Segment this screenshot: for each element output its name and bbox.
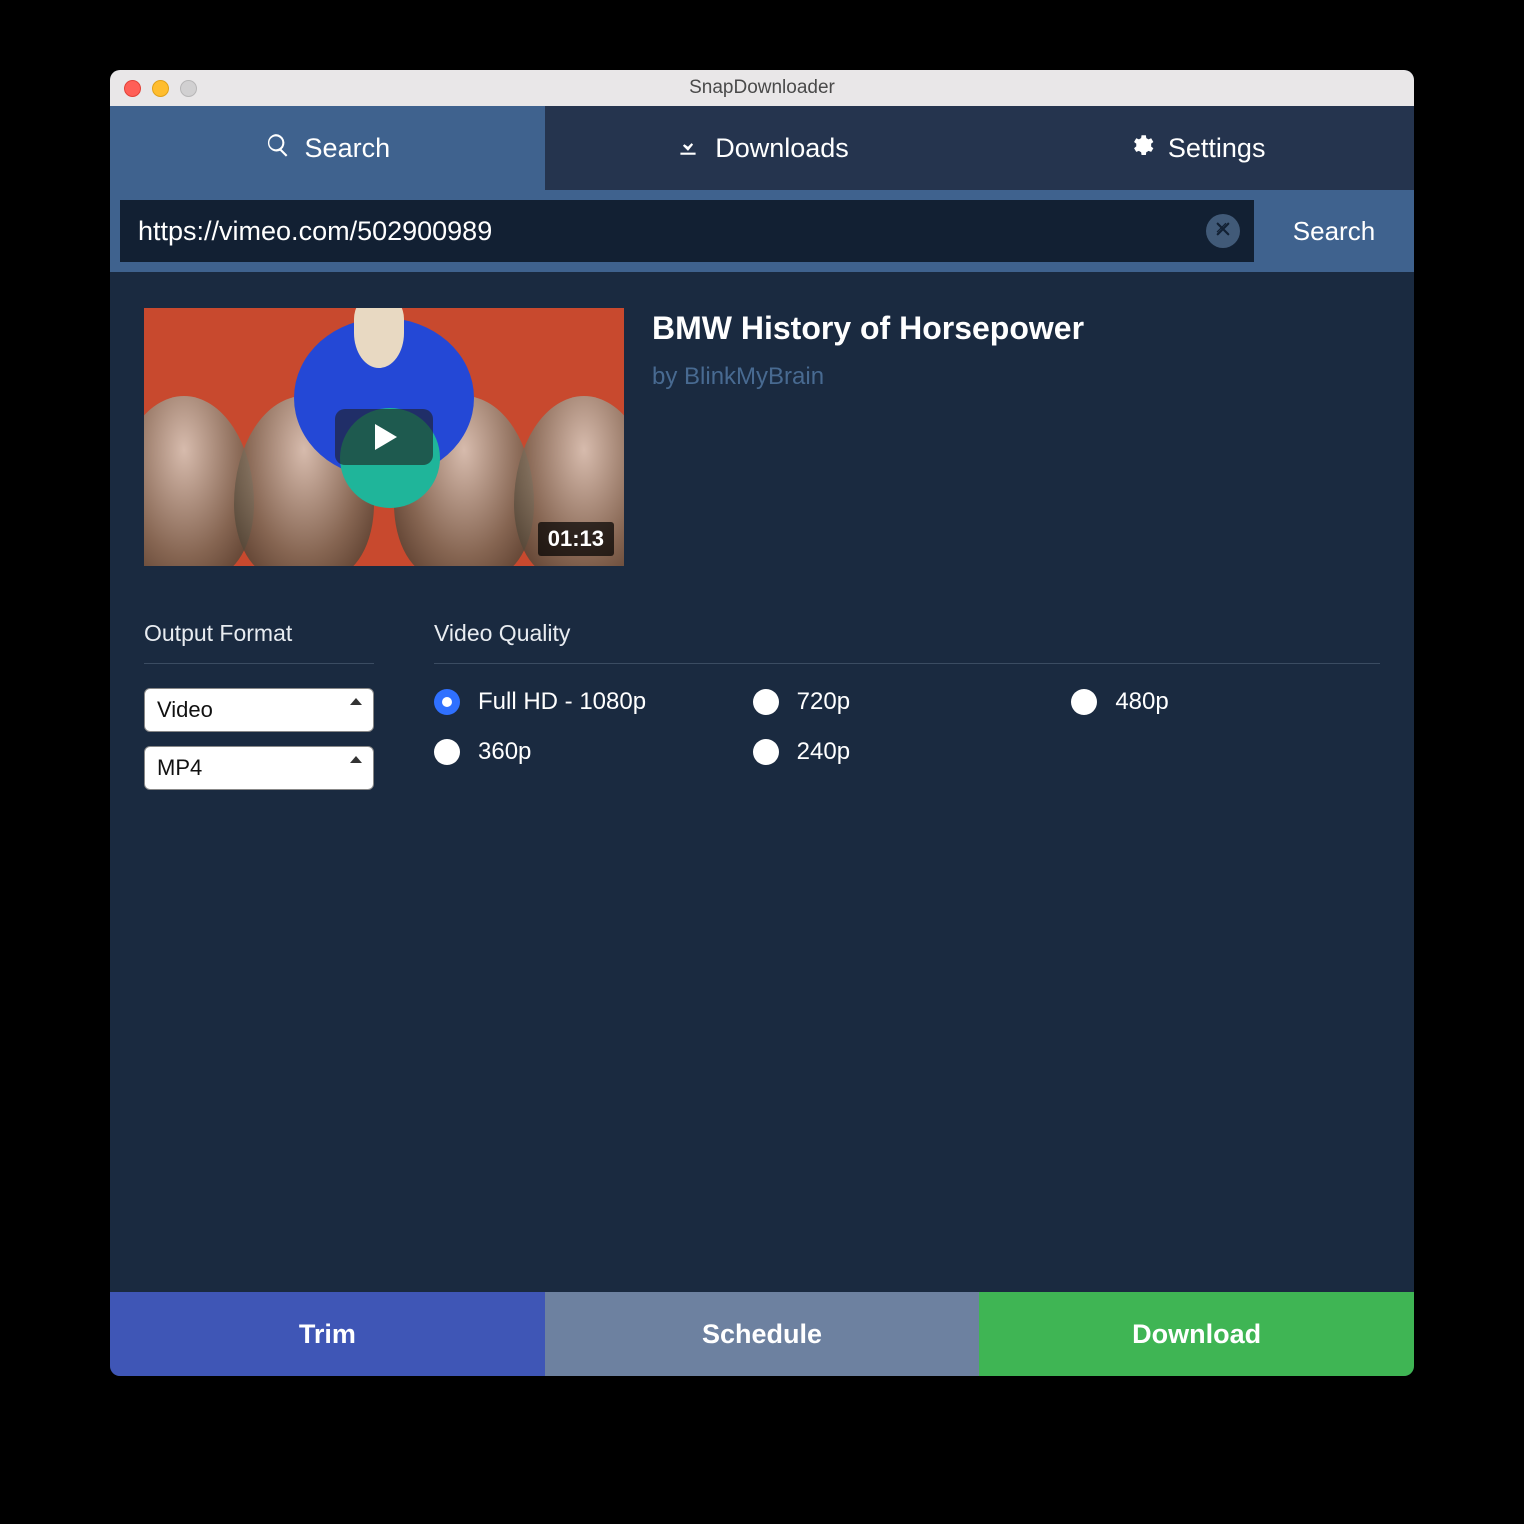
output-format-label: Output Format bbox=[144, 620, 374, 664]
url-box bbox=[120, 200, 1254, 262]
video-title: BMW History of Horsepower bbox=[652, 310, 1084, 347]
quality-options: Full HD - 1080p 720p 480p 360p bbox=[434, 688, 1380, 766]
quality-option-1080p[interactable]: Full HD - 1080p bbox=[434, 688, 743, 716]
main-tabs: Search Downloads Settings bbox=[110, 106, 1414, 190]
gear-icon bbox=[1128, 132, 1154, 165]
quality-option-360p[interactable]: 360p bbox=[434, 738, 743, 766]
video-quality-section: Video Quality Full HD - 1080p 720p 480p bbox=[434, 620, 1380, 804]
video-thumbnail[interactable]: 01:13 bbox=[144, 308, 624, 566]
app-window: SnapDownloader Search Downloads Settings bbox=[110, 70, 1414, 1376]
quality-label: 360p bbox=[478, 738, 531, 766]
search-icon bbox=[265, 132, 291, 165]
close-icon bbox=[1214, 220, 1232, 243]
download-label: Download bbox=[1132, 1319, 1261, 1350]
search-button-label: Search bbox=[1293, 216, 1375, 247]
window-controls bbox=[110, 80, 197, 97]
quality-label: 720p bbox=[797, 688, 850, 716]
tab-settings-label: Settings bbox=[1168, 133, 1266, 164]
trim-button[interactable]: Trim bbox=[110, 1292, 545, 1376]
window-title: SnapDownloader bbox=[110, 77, 1414, 99]
radio-icon bbox=[1071, 689, 1097, 715]
action-bar: Trim Schedule Download bbox=[110, 1292, 1414, 1376]
titlebar: SnapDownloader bbox=[110, 70, 1414, 106]
content-area: 01:13 BMW History of Horsepower by Blink… bbox=[110, 272, 1414, 804]
radio-icon bbox=[753, 689, 779, 715]
tab-downloads[interactable]: Downloads bbox=[545, 106, 980, 190]
search-bar: Search bbox=[110, 190, 1414, 272]
quality-option-720p[interactable]: 720p bbox=[753, 688, 1062, 716]
options-panel: Output Format Video Quality Full HD - 10… bbox=[144, 620, 1380, 804]
format-container-select[interactable] bbox=[144, 746, 374, 790]
play-icon bbox=[335, 409, 433, 465]
quality-label: 480p bbox=[1115, 688, 1168, 716]
quality-label: 240p bbox=[797, 738, 850, 766]
trim-label: Trim bbox=[299, 1319, 356, 1350]
search-button[interactable]: Search bbox=[1254, 200, 1414, 262]
radio-icon bbox=[753, 739, 779, 765]
radio-icon bbox=[434, 739, 460, 765]
output-format-section: Output Format bbox=[144, 620, 374, 804]
quality-option-240p[interactable]: 240p bbox=[753, 738, 1062, 766]
clear-url-button[interactable] bbox=[1206, 214, 1240, 248]
schedule-label: Schedule bbox=[702, 1319, 822, 1350]
quality-option-480p[interactable]: 480p bbox=[1071, 688, 1380, 716]
tab-search[interactable]: Search bbox=[110, 106, 545, 190]
minimize-window-button[interactable] bbox=[152, 80, 169, 97]
download-icon bbox=[675, 132, 701, 165]
url-input[interactable] bbox=[138, 216, 1206, 247]
maximize-window-button[interactable] bbox=[180, 80, 197, 97]
video-author: by BlinkMyBrain bbox=[652, 363, 1084, 391]
tab-settings[interactable]: Settings bbox=[979, 106, 1414, 190]
video-result: 01:13 BMW History of Horsepower by Blink… bbox=[144, 308, 1380, 566]
video-quality-label: Video Quality bbox=[434, 620, 1380, 664]
tab-downloads-label: Downloads bbox=[715, 133, 849, 164]
radio-icon bbox=[434, 689, 460, 715]
quality-label: Full HD - 1080p bbox=[478, 688, 646, 716]
format-type-select[interactable] bbox=[144, 688, 374, 732]
download-button[interactable]: Download bbox=[979, 1292, 1414, 1376]
schedule-button[interactable]: Schedule bbox=[545, 1292, 980, 1376]
video-meta: BMW History of Horsepower by BlinkMyBrai… bbox=[652, 308, 1084, 566]
close-window-button[interactable] bbox=[124, 80, 141, 97]
video-duration: 01:13 bbox=[538, 522, 614, 556]
tab-search-label: Search bbox=[305, 133, 391, 164]
